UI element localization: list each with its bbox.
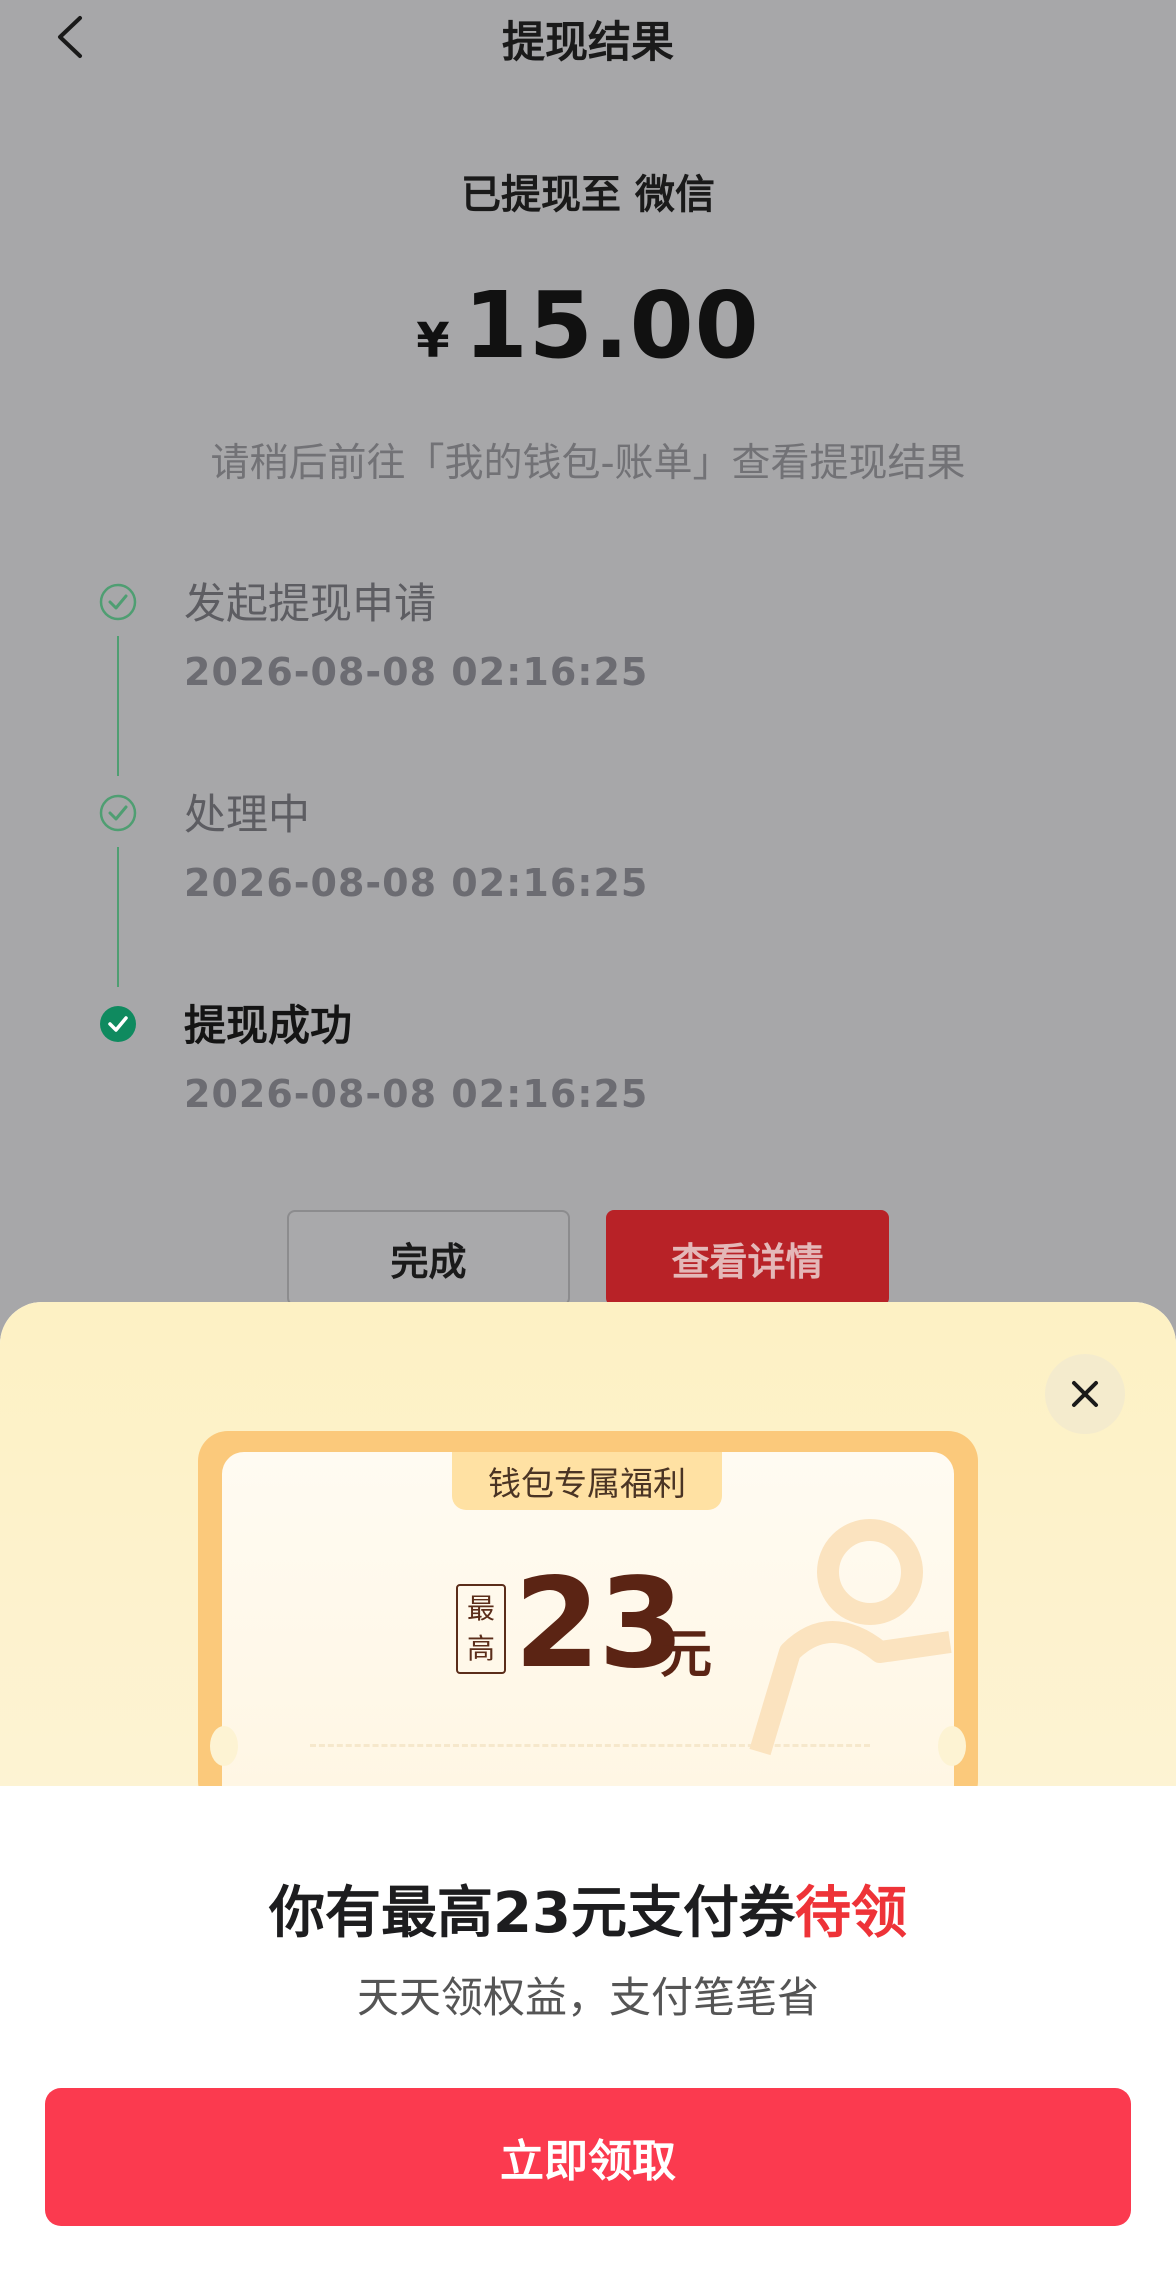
step-title: 处理中 — [184, 790, 311, 839]
coupon-subtitle: 天天领权益，支付笔笔省 — [356, 1973, 819, 2022]
coupon-notch-left — [210, 1726, 238, 1766]
view-details-button[interactable]: 查看详情 — [606, 1210, 889, 1306]
step-title: 提现成功 — [184, 1001, 353, 1050]
coupon-value: 23 — [514, 1552, 685, 1696]
coupon-title: 你有最高23元支付券待领 — [0, 1868, 1176, 1949]
max-label-bottom: 高 — [466, 1632, 495, 1665]
timeline-step: 处理中 2026-08-08 02:16:25 — [98, 781, 898, 992]
timeline-step: 提现成功 2026-08-08 02:16:25 — [98, 992, 898, 1203]
progress-timeline: 发起提现申请 2026-08-08 02:16:25 处理中 2026-08-0… — [98, 570, 898, 1203]
coupon-unit: 元 — [660, 1625, 713, 1685]
coupon-title-highlight: 待领 — [794, 1881, 907, 1946]
done-button[interactable]: 完成 — [287, 1210, 570, 1306]
withdraw-result-page: 提现结果 已提现至 微信 ¥ 15.00 请稍后前往「我的钱包-账单」查看提现结… — [0, 0, 1176, 1330]
timeline-connector — [117, 636, 119, 776]
gift-decoration-icon — [749, 1519, 952, 1756]
withdraw-amount: ¥ 15.00 — [0, 272, 1176, 379]
step-time: 2026-08-08 02:16:25 — [184, 650, 649, 694]
close-button[interactable] — [1045, 1354, 1125, 1434]
currency-symbol: ¥ — [416, 313, 450, 369]
result-hint: 请稍后前往「我的钱包-账单」查看提现结果 — [210, 441, 966, 486]
step-time: 2026-08-08 02:16:25 — [184, 861, 649, 905]
check-circle-filled-icon — [100, 1006, 136, 1042]
max-label: 最 高 — [456, 1584, 506, 1674]
amount-value: 15.00 — [463, 272, 760, 379]
action-buttons: 完成 查看详情 — [0, 1210, 1176, 1306]
step-title: 发起提现申请 — [184, 579, 437, 628]
page-title: 提现结果 — [502, 18, 674, 68]
step-time: 2026-08-08 02:16:25 — [184, 1072, 649, 1116]
coupon-bottom-sheet: 钱包专属福利 最 高 23 元 你有最高23元支付券待领 天天领权益，支付笔笔省… — [0, 1302, 1176, 2281]
timeline-step: 发起提现申请 2026-08-08 02:16:25 — [98, 570, 898, 781]
check-circle-outline-icon — [99, 583, 137, 621]
timeline-connector — [117, 847, 119, 987]
check-circle-outline-icon — [99, 794, 137, 832]
coupon-title-main: 你有最高23元支付券 — [269, 1881, 795, 1946]
close-icon — [1072, 1381, 1098, 1407]
withdraw-destination: 已提现至 微信 — [461, 172, 715, 218]
claim-now-button[interactable]: 立即领取 — [45, 2088, 1131, 2226]
coupon-tag: 钱包专属福利 — [452, 1452, 722, 1510]
max-label-top: 最 — [466, 1592, 495, 1625]
nav-bar: 提现结果 — [0, 0, 1176, 76]
